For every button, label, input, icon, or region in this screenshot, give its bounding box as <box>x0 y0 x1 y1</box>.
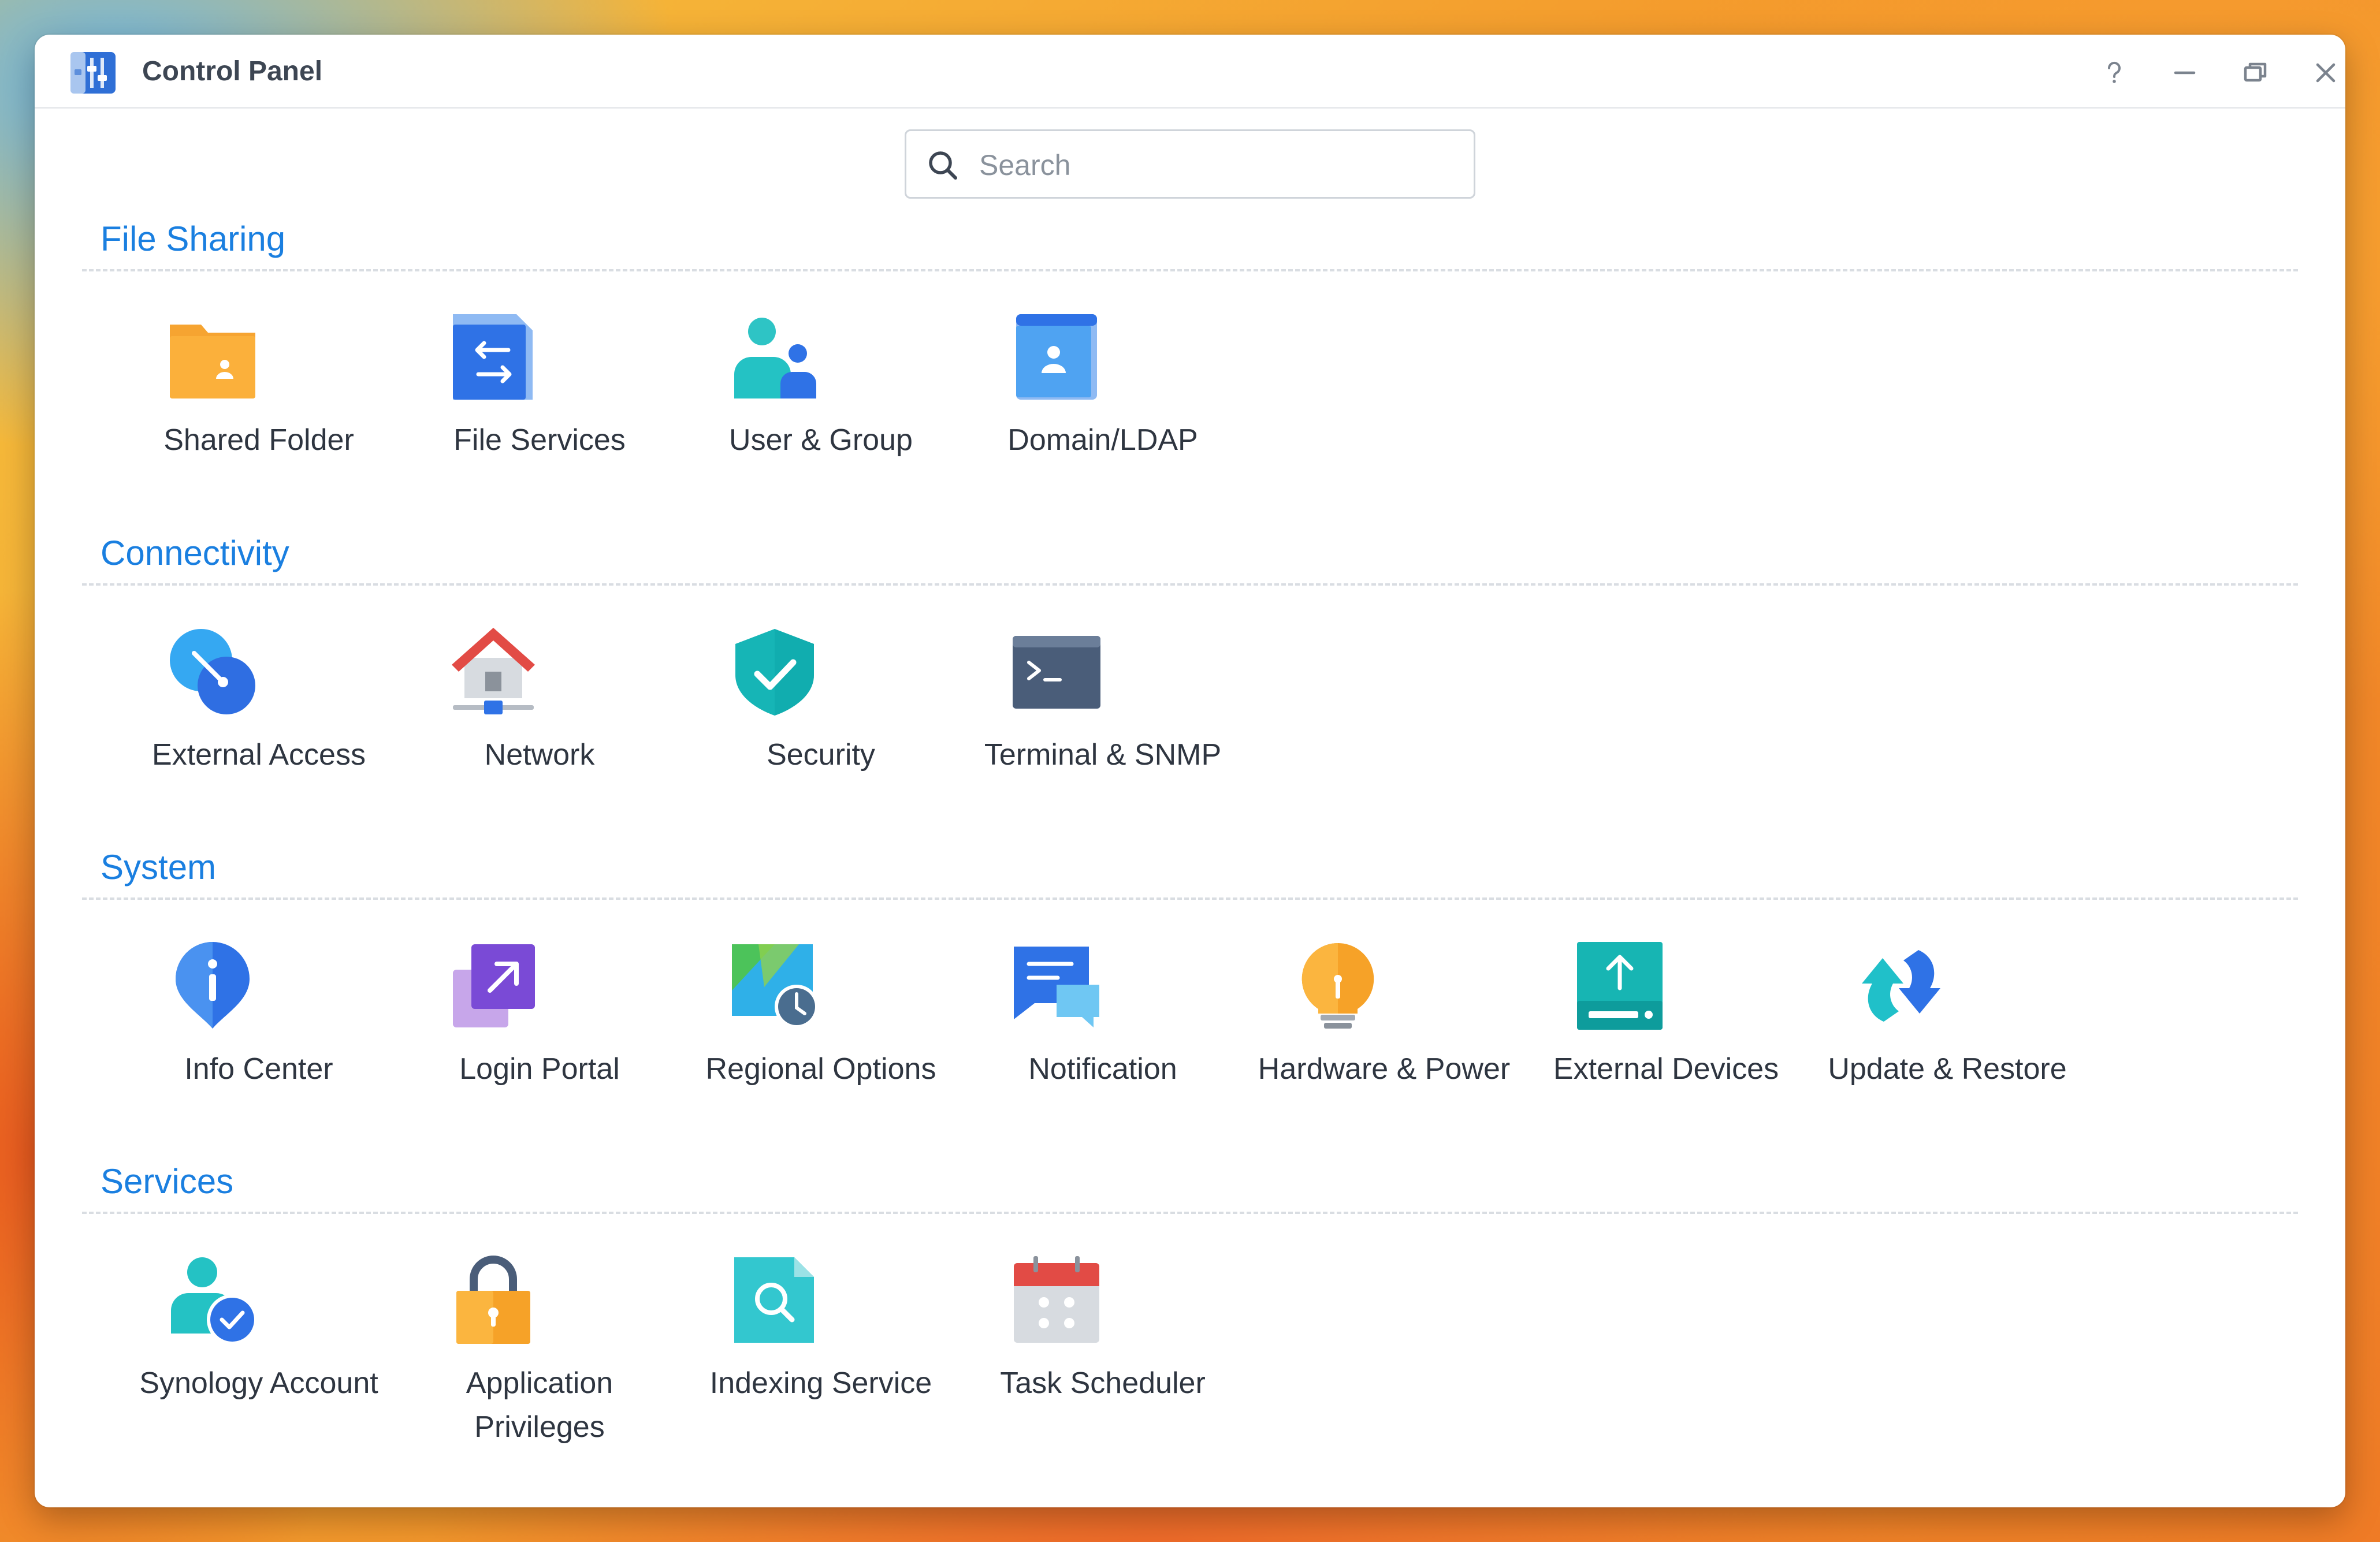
restore-window-icon <box>2244 62 2267 82</box>
item-label: Info Center <box>184 1052 333 1086</box>
help-button[interactable] <box>2093 52 2135 94</box>
item-regional-options[interactable]: Regional Options <box>682 941 960 1114</box>
domain-ldap-icon <box>1011 312 1102 402</box>
section-divider <box>82 583 2298 586</box>
item-label: Login Portal <box>459 1052 620 1086</box>
item-label: Application Privileges <box>466 1366 613 1444</box>
close-button[interactable] <box>2305 52 2345 94</box>
section-title-services: Services <box>101 1162 234 1201</box>
terminal-icon <box>1011 627 1102 717</box>
item-indexing-service[interactable]: Indexing Service <box>682 1255 960 1428</box>
item-file-services[interactable]: File Services <box>401 312 678 485</box>
item-label: Security <box>767 738 875 772</box>
network-icon <box>448 627 538 717</box>
item-user-group[interactable]: User & Group <box>682 312 960 485</box>
task-scheduler-icon <box>1011 1255 1102 1345</box>
item-label: Shared Folder <box>163 423 354 457</box>
item-security[interactable]: Security <box>682 627 960 800</box>
hardware-power-icon <box>1293 941 1383 1031</box>
control-panel-window: Control Panel Search File Sharing Shared… <box>35 35 2345 1507</box>
minimize-button[interactable] <box>2164 52 2206 94</box>
item-label: User & Group <box>729 423 913 457</box>
info-center-icon <box>168 941 258 1031</box>
section-divider <box>82 269 2298 271</box>
item-label: Synology Account <box>139 1366 378 1400</box>
section-title-system: System <box>101 848 217 887</box>
item-network[interactable]: Network <box>401 627 678 800</box>
item-task-scheduler[interactable]: Task Scheduler <box>964 1255 1241 1428</box>
item-hardware-power[interactable]: Hardware & Power <box>1245 941 1523 1114</box>
item-label: Update & Restore <box>1828 1052 2067 1086</box>
indexing-service-icon <box>730 1255 820 1345</box>
item-label: Task Scheduler <box>1000 1366 1206 1400</box>
shared-folder-icon <box>168 312 258 402</box>
external-access-icon <box>168 627 258 717</box>
close-icon <box>2316 63 2336 83</box>
section-title-file-sharing: File Sharing <box>101 219 286 258</box>
item-label: Regional Options <box>705 1052 936 1086</box>
section-divider <box>82 897 2298 900</box>
item-domain-ldap[interactable]: Domain/LDAP <box>964 312 1241 485</box>
title-bar: Control Panel <box>35 35 2345 109</box>
item-external-access[interactable]: External Access <box>120 627 397 800</box>
item-terminal-snmp[interactable]: Terminal & SNMP <box>964 627 1241 800</box>
regional-options-icon <box>730 941 820 1031</box>
section-divider <box>82 1212 2298 1214</box>
notification-icon <box>1011 941 1102 1031</box>
item-label: Network <box>484 738 595 772</box>
item-label: External Access <box>152 738 366 772</box>
item-synology-account[interactable]: Synology Account <box>120 1255 397 1428</box>
update-restore-icon <box>1856 941 1946 1031</box>
user-group-icon <box>730 312 820 402</box>
search-input[interactable] <box>978 141 1454 189</box>
item-login-portal[interactable]: Login Portal <box>401 941 678 1114</box>
search-icon <box>929 151 957 180</box>
item-label: Domain/LDAP <box>1007 423 1198 457</box>
section-title-connectivity: Connectivity <box>101 534 289 572</box>
login-portal-icon <box>448 941 538 1031</box>
item-label: Notification <box>1028 1052 1177 1086</box>
item-label: Hardware & Power <box>1258 1052 1511 1086</box>
security-shield-icon <box>730 627 820 717</box>
item-label: Indexing Service <box>709 1366 932 1400</box>
external-devices-icon <box>1575 941 1665 1031</box>
window-title: Control Panel <box>142 56 323 87</box>
item-info-center[interactable]: Info Center <box>120 941 397 1114</box>
item-external-devices[interactable]: External Devices <box>1527 941 1805 1114</box>
minimize-icon <box>2174 71 2196 75</box>
file-services-icon <box>448 312 538 402</box>
search-box[interactable] <box>905 129 1475 199</box>
restore-button[interactable] <box>2234 52 2276 94</box>
item-update-restore[interactable]: Update & Restore <box>1809 941 2086 1114</box>
synology-account-icon <box>168 1255 258 1345</box>
item-label: Terminal & SNMP <box>984 738 1222 772</box>
item-notification[interactable]: Notification <box>964 941 1241 1114</box>
item-shared-folder[interactable]: Shared Folder <box>120 312 397 485</box>
item-label: External Devices <box>1553 1052 1779 1086</box>
control-panel-app-icon <box>67 46 118 97</box>
item-application-privileges[interactable]: Application Privileges <box>401 1255 678 1444</box>
application-privileges-icon <box>448 1255 538 1345</box>
help-icon <box>2107 61 2121 83</box>
item-label: File Services <box>453 423 626 457</box>
